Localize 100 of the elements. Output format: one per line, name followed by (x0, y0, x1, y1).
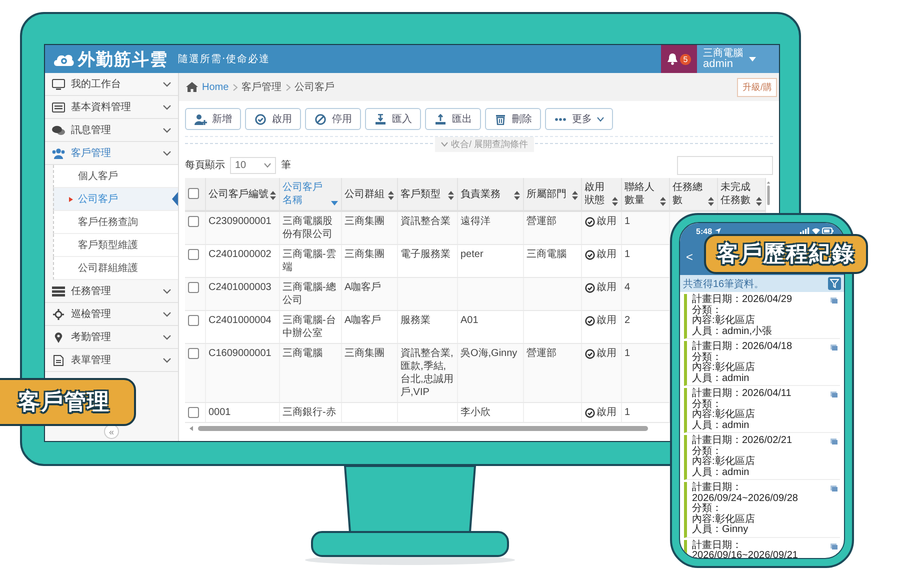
crosshair-icon (52, 308, 65, 320)
phone-time: 5:48 (696, 226, 712, 236)
record-card[interactable]: 計畫日期：2026/04/29 分類： 內容:彰化區店 人員：admin,小張 (684, 294, 840, 339)
record-people: 人員：admin (692, 468, 750, 478)
checkbox[interactable] (188, 188, 199, 200)
column-header[interactable]: 負責業務 (457, 178, 523, 211)
check-circle-icon (584, 408, 594, 418)
toolbar-button[interactable]: 刪除 (485, 108, 541, 130)
chevron-down-icon (163, 128, 171, 132)
import-icon (374, 114, 387, 124)
users-icon (52, 148, 65, 158)
toolbar-button[interactable]: 停用 (305, 108, 361, 130)
checkbox[interactable] (188, 282, 199, 293)
toolbar-button[interactable]: 匯出 (425, 108, 481, 130)
checkbox[interactable] (188, 314, 199, 326)
record-category: 分類： (692, 446, 722, 456)
checkbox[interactable] (188, 216, 199, 227)
ban-icon (314, 114, 327, 124)
record-card[interactable]: 計畫日期：2026/04/11 分類： 內容:彰化區店 人員：admin (684, 388, 840, 433)
table-cell: 三商電腦-總公司 (279, 278, 341, 310)
document-icon (830, 438, 838, 445)
column-header[interactable]: 未完成任務數 (717, 178, 765, 211)
checkbox[interactable] (188, 348, 199, 359)
record-card[interactable]: 計畫日期：2026/02/21 分類： 內容:彰化區店 人員：admin (684, 435, 840, 480)
record-category: 分類： (692, 306, 722, 316)
sort-icon (708, 197, 714, 206)
record-content: 內容:彰化區店 (692, 410, 756, 420)
record-card[interactable]: 計畫日期：2026/04/18 分類： 內容:彰化區店 人員：admin (684, 341, 840, 386)
toolbar-button[interactable]: 匯入 (365, 108, 421, 130)
document-icon (830, 391, 838, 398)
sidebar-subitem[interactable]: 客戶任務查詢 (53, 211, 178, 234)
table-cell: 營運部 (523, 344, 581, 402)
sort-icon (270, 190, 276, 200)
record-card[interactable]: 計畫日期：2026/09/24~2026/09/28 分類： 內容:彰化區店 人員：Ginny (684, 482, 840, 538)
add-user-icon (194, 114, 207, 124)
record-date: 計畫日期：2026/09/24~2026/09/28 (692, 483, 799, 504)
chevron-down-icon (163, 150, 171, 156)
checkbox[interactable] (188, 406, 199, 418)
record-date: 計畫日期：2026/04/18 (692, 342, 794, 352)
record-content: 內容:彰化區店 (692, 514, 756, 524)
filter-icon (830, 279, 839, 288)
search-field[interactable] (677, 156, 773, 174)
toolbar-button[interactable]: 更多 (545, 108, 613, 130)
table-cell: C1609000001 (205, 344, 279, 402)
column-header[interactable]: 啟用狀態 (581, 178, 621, 211)
chevron-down-icon (441, 142, 448, 147)
chevron-down-icon (163, 334, 171, 340)
checkbox[interactable] (188, 248, 199, 260)
chevron-down-icon (264, 162, 271, 168)
toolbar-button[interactable]: 新增 (185, 108, 241, 130)
export-icon (434, 114, 447, 124)
sort-icon (388, 190, 394, 200)
status-text: 啟用 (596, 347, 616, 360)
record-category: 分類： (692, 400, 722, 410)
chat-icon (52, 124, 65, 136)
column-header[interactable]: 公司客戶編號 (205, 178, 279, 211)
column-header[interactable]: 所屬部門 (523, 178, 581, 211)
location-arrow-icon (715, 228, 722, 234)
table-cell: C2401000003 (205, 278, 279, 310)
sort-icon (514, 190, 520, 200)
document-icon (830, 297, 838, 304)
toolbar-button[interactable]: 啟用 (245, 108, 301, 130)
document-icon (830, 485, 838, 492)
document-icon (52, 354, 65, 366)
record-date: 計畫日期：2026/04/29 (692, 295, 794, 305)
filter-button[interactable] (828, 277, 841, 290)
sidebar-subitem[interactable]: 個人客戶 (53, 165, 178, 188)
record-content: 內容:彰化區店 (692, 363, 756, 373)
chevron-right-icon (286, 84, 291, 90)
table-cell: 李小欣 (457, 402, 523, 422)
result-count: 共查得16筆資料。 (683, 278, 764, 290)
column-header[interactable]: 公司群組 (341, 178, 397, 211)
record-category: 分類： (692, 352, 722, 362)
column-header[interactable]: 任務總數 (669, 178, 717, 211)
back-button[interactable]: < (686, 250, 694, 264)
column-header[interactable]: 客戶類型 (397, 178, 457, 211)
table-cell: 三商電腦 (279, 344, 341, 402)
table-cell: 吳O海,Ginny (457, 344, 523, 402)
sidebar-subitem[interactable]: 公司群組維護 (53, 257, 178, 280)
status-text: 啟用 (596, 314, 616, 327)
table-cell: 三商集團 (341, 211, 397, 244)
sidebar-subitem[interactable]: 客戶類型維護 (53, 234, 178, 257)
breadcrumb-item: 客戶管理 (242, 80, 282, 94)
column-header[interactable]: 公司客戶名稱 (279, 178, 341, 211)
table-cell: 資訊整合業 (397, 211, 457, 244)
vertical-scrollbar (765, 181, 772, 207)
table-cell: 0001 (205, 402, 279, 422)
table-cell: 1 (621, 211, 669, 244)
record-people: 人員：Ginny (692, 525, 750, 536)
page-size-select[interactable]: 10 (230, 156, 276, 174)
chevron-down-icon (163, 358, 171, 362)
table-cell: 遠得洋 (457, 211, 523, 244)
notification-badge: 5 (680, 54, 691, 64)
user-company: 三商電腦 (703, 48, 743, 59)
user-name: admin (703, 59, 733, 70)
column-header[interactable]: 聯絡人數量 (621, 178, 669, 211)
page-size-unit: 筆 (281, 159, 291, 172)
app-tagline: 隨選所需‧使命必達 (178, 52, 270, 66)
record-card[interactable]: 計畫日期：2026/09/16~2026/09/21 (684, 540, 840, 558)
notification-button[interactable]: 5 (661, 45, 697, 73)
